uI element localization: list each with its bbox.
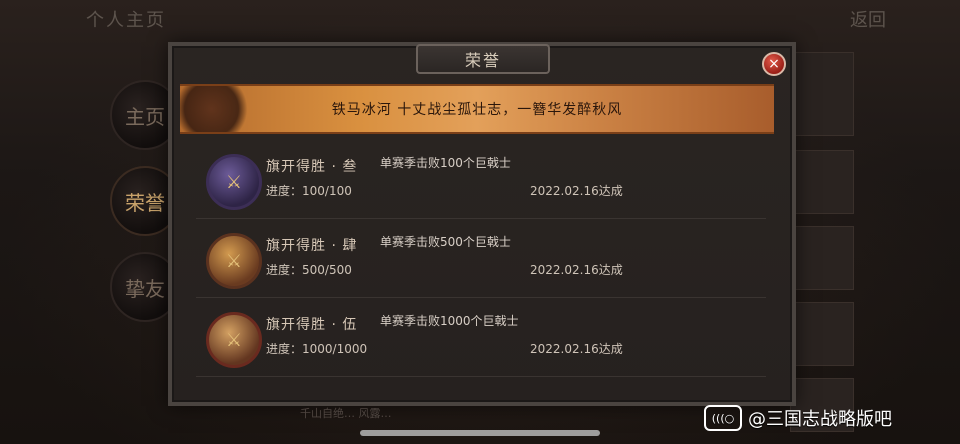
watermark-text: @三国志战略版吧 [748, 409, 892, 430]
dialog-title: 荣誉 [416, 44, 550, 74]
right-card [790, 150, 854, 214]
medal-icon: ⚔ [206, 312, 262, 368]
achievement-progress: 进度：1000/1000 [266, 342, 368, 356]
footer-hint: 千山自绝… 风露… [300, 407, 392, 420]
achievement-row: ⚔ 旗开得胜 · 叁 单赛季击败100个巨戟士 进度：100/100 2022.… [196, 146, 766, 219]
achievement-name: 旗开得胜 · 叁 [266, 159, 358, 175]
achievement-row: ⚔ 旗开得胜 · 肆 单赛季击败500个巨戟士 进度：500/500 2022.… [196, 225, 766, 298]
achievement-date: 2022.02.16达成 [530, 263, 623, 277]
achievement-date: 2022.02.16达成 [530, 184, 623, 198]
page-title: 个人主页 [86, 10, 166, 31]
achievement-progress: 进度：100/100 [266, 184, 352, 198]
back-button[interactable]: 返回 [850, 6, 886, 32]
banner-text: 铁马冰河 十丈战尘孤壮志，一簪华发醉秋风 [331, 102, 623, 118]
right-card [790, 52, 854, 136]
achievement-progress: 进度：500/500 [266, 263, 352, 277]
side-tab-home-label: 主页 [125, 104, 165, 129]
honor-dialog: 荣誉 × 铁马冰河 十丈战尘孤壮志，一簪华发醉秋风 ⚔ 旗开得胜 · 叁 单赛季… [168, 42, 796, 406]
medal-icon: ⚔ [206, 154, 262, 210]
medal-icon: ⚔ [206, 233, 262, 289]
side-tab-honor-label: 荣誉 [125, 190, 165, 215]
achievement-description: 单赛季击败1000个巨戟士 [380, 314, 519, 328]
achievement-list: ⚔ 旗开得胜 · 叁 单赛季击败100个巨戟士 进度：100/100 2022.… [196, 146, 766, 383]
achievement-row: ⚔ 旗开得胜 · 伍 单赛季击败1000个巨戟士 进度：1000/1000 20… [196, 304, 766, 377]
dialog-title-text: 荣誉 [464, 51, 501, 70]
right-card [790, 302, 854, 366]
achievement-description: 单赛季击败500个巨戟士 [380, 235, 511, 249]
close-icon[interactable]: × [762, 52, 786, 76]
achievement-description: 单赛季击败100个巨戟士 [380, 156, 511, 170]
right-side-list [790, 52, 854, 432]
home-indicator [360, 430, 600, 436]
close-icon-glyph: × [768, 56, 780, 72]
banner-art [180, 86, 250, 132]
right-card [790, 226, 854, 290]
achievement-name: 旗开得胜 · 伍 [266, 317, 358, 333]
watermark-icon: (((○ [704, 405, 742, 431]
achievement-name: 旗开得胜 · 肆 [266, 238, 358, 254]
achievement-date: 2022.02.16达成 [530, 342, 623, 356]
banner: 铁马冰河 十丈战尘孤壮志，一簪华发醉秋风 [180, 84, 774, 134]
side-tab-friends-label: 挚友 [125, 276, 165, 301]
watermark: (((○ @三国志战略版吧 [704, 398, 892, 438]
